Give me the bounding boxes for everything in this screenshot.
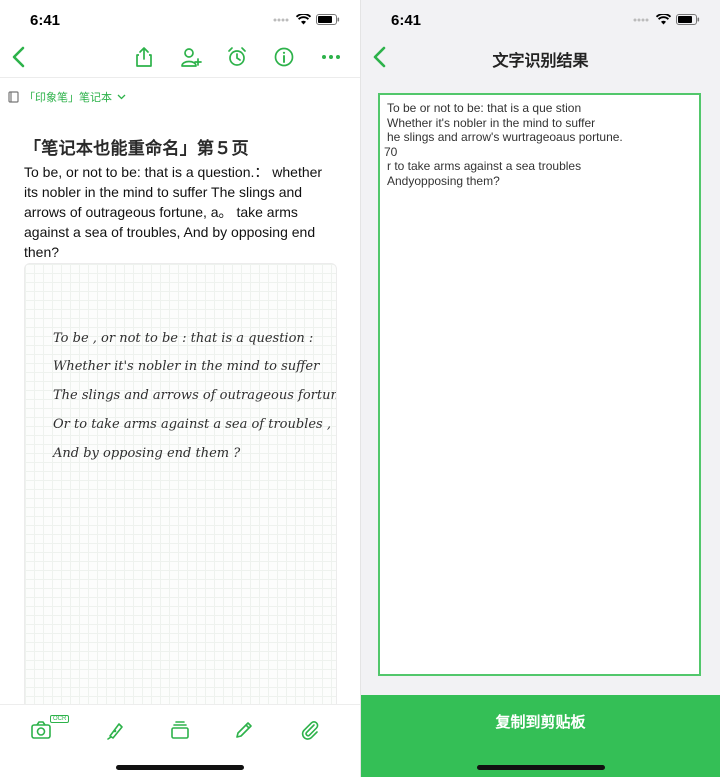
handwriting-line: And by opposing end them ? bbox=[53, 446, 241, 461]
paperclip-icon[interactable] bbox=[299, 719, 321, 741]
status-time: 6:41 bbox=[30, 12, 61, 29]
handwriting-line: To be , or not to be : that is a questio… bbox=[53, 331, 314, 346]
ocr-line: r to take arms against a sea troubles bbox=[387, 159, 582, 173]
status-time: 6:41 bbox=[391, 12, 422, 29]
ocr-text-area[interactable]: To be or not to be: that is a que stion … bbox=[378, 93, 701, 676]
handwriting-line: The slings and arrows of outrageous fort… bbox=[53, 388, 337, 403]
home-indicator bbox=[116, 765, 244, 770]
page-title: 文字识别结果 bbox=[492, 53, 589, 70]
layers-icon[interactable] bbox=[169, 719, 191, 741]
back-chevron-icon[interactable] bbox=[8, 44, 32, 70]
notebook-name: 「印象笔」笔记本 bbox=[24, 92, 112, 104]
note-screen: 6:41 「印象笔」笔记本 「笔记本也能重命名」第５页 To be, or no… bbox=[0, 0, 360, 777]
alarm-clock-icon[interactable] bbox=[226, 46, 248, 68]
battery-icon bbox=[676, 14, 700, 25]
ocr-result-screen: 6:41 文字识别结果 To be or not to be: that is … bbox=[361, 0, 720, 777]
wifi-icon bbox=[296, 14, 311, 25]
note-body[interactable]: To be, or not to be: that is a question.… bbox=[24, 162, 334, 262]
handwriting-line: Or to take arms against a sea of trouble… bbox=[53, 417, 331, 432]
battery-icon bbox=[316, 14, 340, 25]
copy-to-clipboard-button[interactable]: 复制到剪贴板 bbox=[361, 711, 720, 732]
chevron-down-icon bbox=[117, 94, 126, 100]
status-icons bbox=[273, 14, 340, 25]
more-icon[interactable] bbox=[320, 46, 342, 68]
status-bar: 6:41 bbox=[361, 0, 720, 40]
signal-icon bbox=[273, 18, 289, 21]
home-indicator bbox=[477, 765, 605, 770]
bottom-toolbar: OCR bbox=[0, 704, 360, 755]
camera-icon[interactable] bbox=[30, 719, 52, 741]
handwriting-image[interactable]: To be , or not to be : that is a questio… bbox=[24, 263, 337, 715]
pen-icon[interactable] bbox=[233, 719, 255, 741]
note-title[interactable]: 「笔记本也能重命名」第５页 bbox=[24, 134, 249, 159]
ocr-line: Andyopposing them? bbox=[387, 173, 500, 188]
signal-icon bbox=[633, 18, 649, 21]
ocr-line: Whether it's nobler in the mind to suffe… bbox=[387, 115, 596, 130]
info-icon[interactable] bbox=[273, 46, 295, 68]
ocr-badge: OCR bbox=[50, 715, 70, 723]
notebook-icon bbox=[8, 91, 19, 103]
copy-bar: 复制到剪贴板 bbox=[361, 695, 720, 777]
ocr-navbar: 文字识别结果 bbox=[361, 38, 720, 76]
handwriting-line: Whether it's nobler in the mind to suffe… bbox=[53, 359, 320, 374]
status-bar: 6:41 bbox=[0, 0, 360, 40]
divider bbox=[0, 77, 360, 78]
ocr-line: To be or not to be: that is a que stion bbox=[387, 101, 582, 115]
highlighter-icon[interactable] bbox=[104, 719, 126, 741]
notebook-selector[interactable]: 「印象笔」笔记本 bbox=[8, 88, 126, 106]
note-toolbar bbox=[0, 38, 360, 76]
share-icon[interactable] bbox=[133, 46, 155, 68]
wifi-icon bbox=[656, 14, 671, 25]
status-icons bbox=[633, 14, 700, 25]
add-collaborator-icon[interactable] bbox=[180, 46, 202, 68]
ocr-line: he slings and arrow's wurtrageoaus portu… bbox=[387, 130, 623, 144]
ocr-line: 70 bbox=[384, 144, 398, 159]
